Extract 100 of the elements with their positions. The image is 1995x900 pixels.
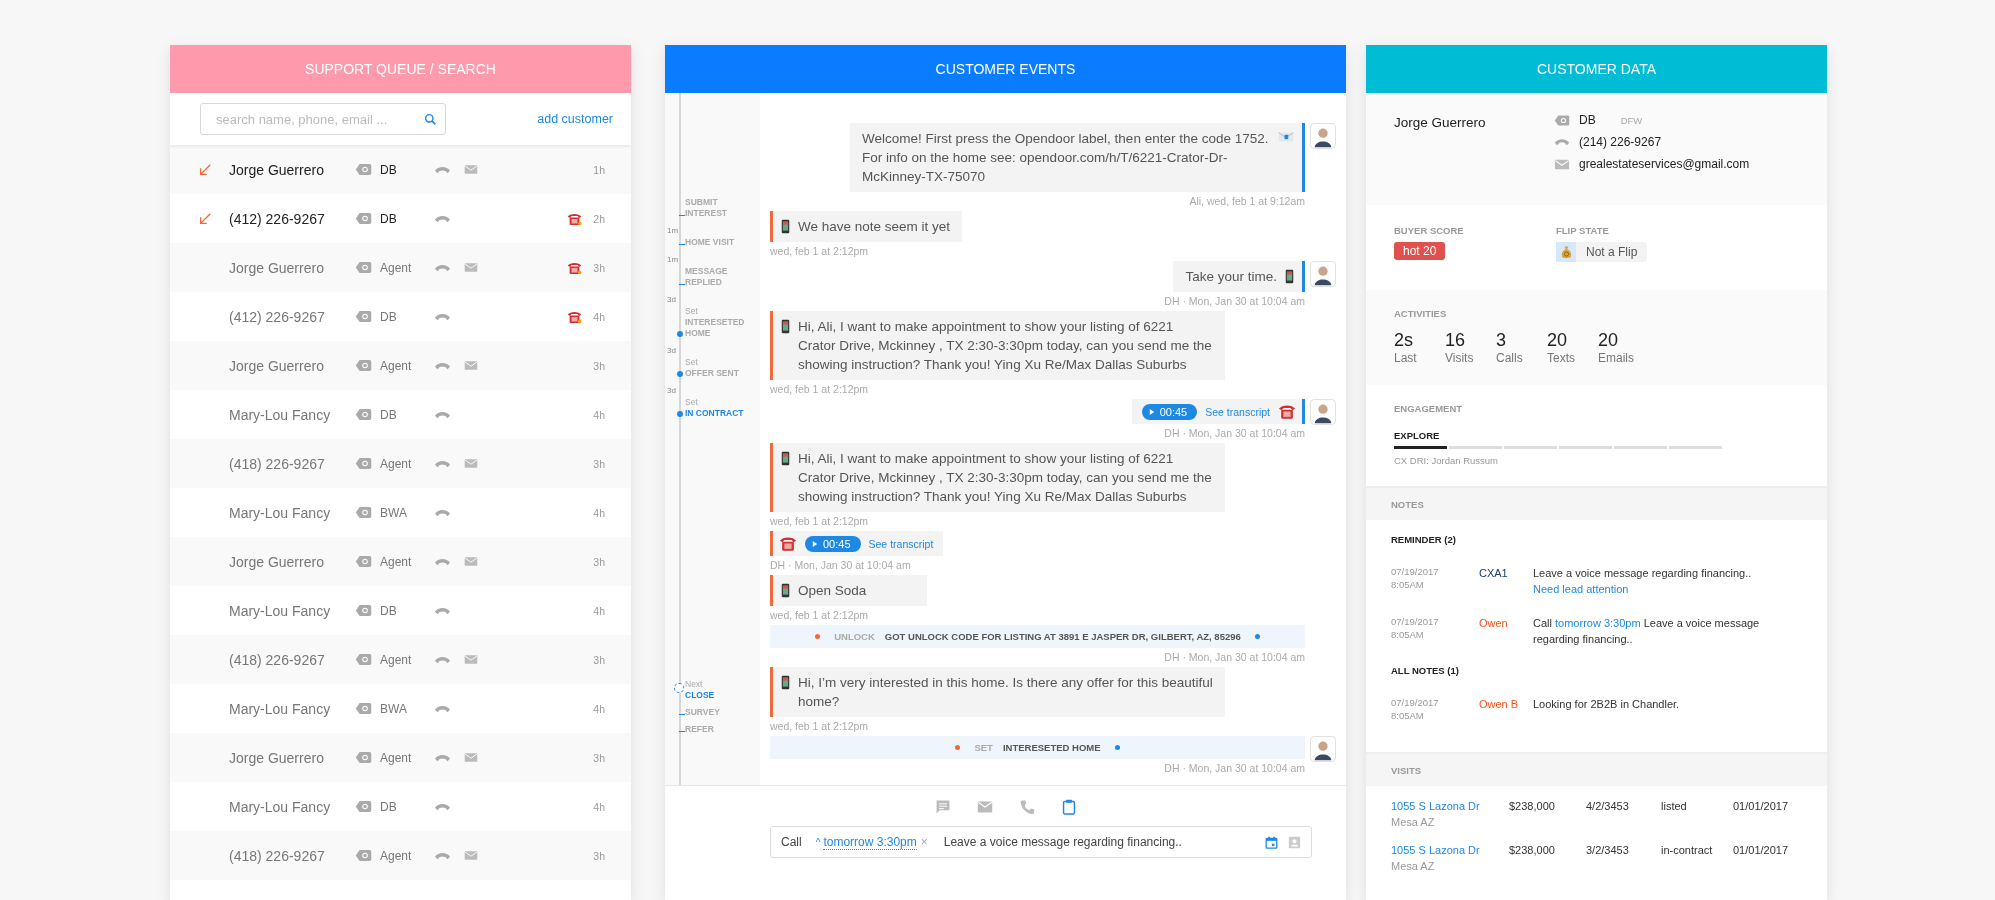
time-ago: 4h xyxy=(592,800,605,813)
price-text: $238,000 xyxy=(1509,799,1556,814)
chat-icon xyxy=(934,799,951,815)
phone-icon xyxy=(434,654,451,665)
note-time: 8:05AM xyxy=(1391,578,1425,591)
tag-icon xyxy=(355,653,372,666)
queue-row[interactable]: (418) 226-9267 Agent 3h xyxy=(170,831,631,880)
telephone-icon xyxy=(779,535,797,552)
customer-name: Jorge Guerrero xyxy=(229,357,325,374)
status-dot xyxy=(955,745,961,750)
queue-row[interactable]: Jorge Guerrero Agent 3h xyxy=(170,243,631,292)
clipboard-icon xyxy=(1060,799,1077,815)
region-code: DFW xyxy=(1620,114,1643,126)
queue-row[interactable]: Mary-Lou Fancy DB 4h xyxy=(170,586,631,635)
queue-row[interactable]: (412) 226-9267 DB 4h xyxy=(170,292,631,341)
queue-row[interactable]: Jorge Guerrero Agent 3h xyxy=(170,537,631,586)
due-date-link[interactable]: tomorrow 3:30pm xyxy=(823,834,917,850)
transcript-link[interactable]: See transcript xyxy=(1205,405,1270,418)
play-button[interactable]: 00:45 xyxy=(1141,403,1198,420)
tag-icon xyxy=(355,751,372,764)
customer-name: Mary-Lou Fancy xyxy=(229,406,332,423)
time-gap: 3d xyxy=(666,385,677,396)
customer-name: (412) 226-9267 xyxy=(229,210,326,227)
stage-label: REFER xyxy=(685,724,715,735)
section-label: ACTIVITIES xyxy=(1394,308,1448,319)
queue-row[interactable]: Jorge Guerrero DB 1h xyxy=(170,145,631,194)
address-link[interactable]: 1055 S Lazona Dr xyxy=(1391,798,1509,814)
message-meta: wed, feb 1 at 2:12pm xyxy=(770,244,869,259)
stat-label: Calls xyxy=(1496,351,1524,365)
city-text: Mesa AZ xyxy=(1391,859,1436,874)
time-ago: 4h xyxy=(592,604,605,617)
search-field[interactable]: search name, phone, email ... xyxy=(214,110,424,128)
note-time: 8:05AM xyxy=(1391,628,1425,641)
tag-icon xyxy=(355,849,372,862)
stage-label: SUBMIT INTEREST xyxy=(685,197,729,219)
contact-icon[interactable] xyxy=(1288,835,1301,849)
event-type: SET xyxy=(974,742,993,753)
queue-row[interactable]: Mary-Lou Fancy BWA 4h xyxy=(170,684,631,733)
stage-label: CLOSE xyxy=(685,690,716,701)
queue-row[interactable]: (418) 226-9267 Agent 3h xyxy=(170,635,631,684)
customer-name: Jorge Guerrero xyxy=(229,553,325,570)
note-date: 07/19/2017 xyxy=(1391,696,1440,709)
phone-icon xyxy=(434,360,451,371)
agent-tag: DB xyxy=(380,799,434,814)
agent-tag: Agent xyxy=(380,554,434,569)
clear-button[interactable]: × xyxy=(916,835,932,849)
agent-tag: DB xyxy=(380,309,434,324)
note-link[interactable]: Need lead attention xyxy=(1533,583,1629,595)
status-dot xyxy=(815,634,821,639)
note-author: Owen B xyxy=(1479,697,1520,710)
message-text: Open Soda xyxy=(798,582,867,600)
message-meta: DH · Mon, Jan 30 at 10:04 am xyxy=(1164,426,1305,441)
time-ago: 4h xyxy=(592,702,605,715)
agent-tag: Agent xyxy=(380,652,434,667)
message-meta: wed, feb 1 at 2:12pm xyxy=(770,514,869,529)
time-ago: 4h xyxy=(592,506,605,519)
section-label: BUYER SCORE xyxy=(1394,225,1464,236)
customer-name: Mary-Lou Fancy xyxy=(229,602,332,619)
owner-text: CX DRI: Jordan Russum xyxy=(1394,455,1499,466)
event-text: GOT UNLOCK CODE FOR LISTING AT 3891 E JASPER DR, GILBERT, AZ, 85296 xyxy=(884,631,1241,642)
stat-label: Last xyxy=(1394,351,1418,365)
queue-row[interactable]: Mary-Lou Fancy BWA 4h xyxy=(170,488,631,537)
queue-row[interactable]: (418) 226-9267 Agent 3h xyxy=(170,439,631,488)
search-box[interactable]: search name, phone, email ... xyxy=(200,103,446,135)
agent-tag: BWA xyxy=(380,701,434,716)
time-ago: 1h xyxy=(592,163,605,176)
queue-row[interactable]: Mary-Lou Fancy DB 4h xyxy=(170,390,631,439)
email-tab[interactable] xyxy=(975,798,994,816)
telephone-icon xyxy=(1278,403,1296,420)
customer-name: Mary-Lou Fancy xyxy=(229,798,332,815)
add-customer-link[interactable]: add customer xyxy=(537,112,613,126)
tag-icon xyxy=(355,702,372,715)
customer-name: (418) 226-9267 xyxy=(229,651,326,668)
panel-title: CUSTOMER DATA xyxy=(1537,61,1656,77)
calendar-icon[interactable] xyxy=(1265,835,1278,849)
message-meta: DH · Mon, Jan 30 at 10:04 am xyxy=(770,558,911,573)
task-input[interactable]: Leave a voice message regarding financing.. xyxy=(941,834,1255,850)
customer-name: Mary-Lou Fancy xyxy=(229,504,332,521)
transcript-link[interactable]: See transcript xyxy=(868,537,934,550)
tag-icon xyxy=(355,359,372,372)
stat-value: 2s xyxy=(1394,329,1414,351)
queue-row[interactable]: Jorge Guerrero Agent 3h xyxy=(170,341,631,390)
time-gap: 1m xyxy=(666,254,679,265)
queue-row[interactable]: Mary-Lou Fancy DB 4h xyxy=(170,782,631,831)
queue-row[interactable]: Jorge Guerrero Agent 3h xyxy=(170,733,631,782)
task-field[interactable]: Call ^ tomorrow 3:30pm × Leave a voice message regarding financing.. xyxy=(770,826,1312,858)
play-button[interactable]: 00:45 xyxy=(805,535,861,552)
mail-icon xyxy=(1554,158,1570,170)
stage-prefix: Next xyxy=(685,679,704,690)
agent-tag: DB xyxy=(380,211,434,226)
message-text: Hi, I’m very interested in this home. Is there any offer for this beautiful home? xyxy=(798,674,1213,711)
queue-row[interactable]: (412) 226-9267 DB 2h xyxy=(170,194,631,243)
incoming-arrow-icon xyxy=(198,211,212,226)
section-label: NOTES xyxy=(1391,498,1424,510)
time-ago: 3h xyxy=(592,457,605,470)
customer-name: Jorge Guerrero xyxy=(229,161,325,178)
date-text: 01/01/2017 xyxy=(1733,843,1789,858)
note-link[interactable]: tomorrow 3:30pm xyxy=(1555,617,1641,629)
address-link[interactable]: 1055 S Lazona Dr xyxy=(1391,842,1509,858)
phone-icon xyxy=(434,801,451,812)
